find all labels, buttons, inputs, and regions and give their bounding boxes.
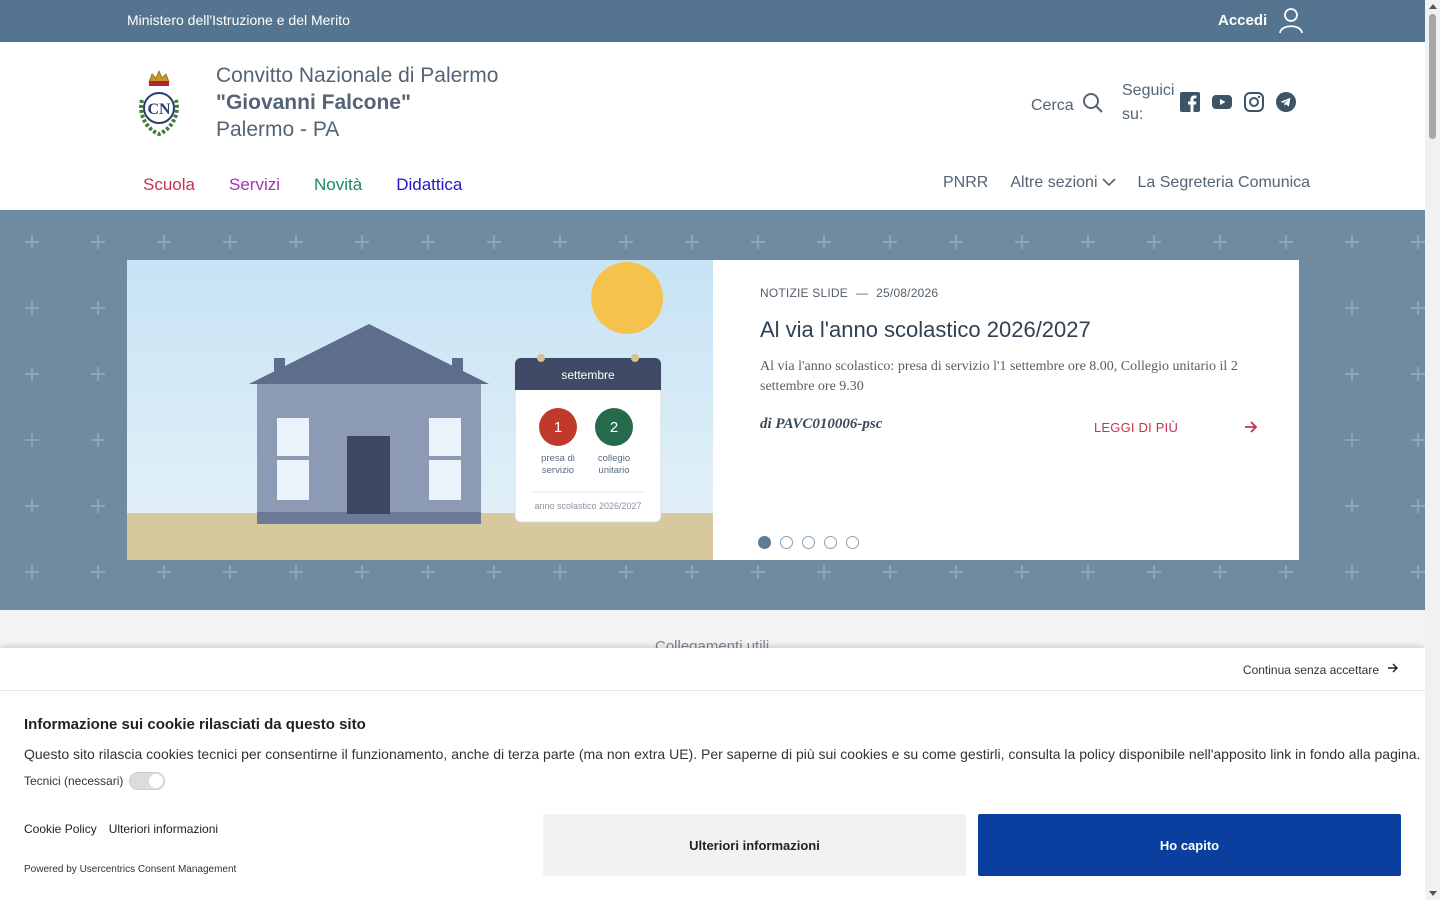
read-more-link[interactable]: LEGGI DI PIÙ <box>1094 420 1178 435</box>
secondary-navigation: PNRR Altre sezioni La Segreteria Comunic… <box>943 174 1310 192</box>
technical-cookies-label: Tecnici (necessari) <box>24 774 124 788</box>
calendar-footer: anno scolastico 2026/2027 <box>534 501 642 511</box>
powered-by-text: Powered by Usercentrics Consent Manageme… <box>24 864 237 875</box>
arrow-right-icon <box>1387 662 1399 677</box>
slide-category[interactable]: NOTIZIE SLIDE <box>760 286 848 300</box>
brand-line-3: Palermo - PA <box>216 118 340 141</box>
altre-sezioni-label: Altre sezioni <box>1010 174 1098 191</box>
cookie-links: Cookie Policy Ulteriori informazioni <box>24 822 218 836</box>
scroll-down-arrow[interactable] <box>1429 891 1437 896</box>
technical-cookies-toggle <box>129 772 166 790</box>
main-navigation: Scuola Servizi Novità Didattica <box>143 175 462 195</box>
site-brand[interactable]: Convitto Nazionale di Palermo "Giovanni … <box>216 62 498 143</box>
arrow-right-icon[interactable] <box>1243 419 1259 440</box>
telegram-icon[interactable] <box>1276 92 1296 112</box>
cookie-banner-top: Continua senza accettare <box>0 648 1425 691</box>
more-info-button[interactable]: Ulteriori informazioni <box>543 814 966 876</box>
nav-novita[interactable]: Novità <box>314 175 362 195</box>
social-links <box>1180 92 1296 112</box>
top-bar: Ministero dell'Istruzione e del Merito A… <box>0 0 1425 42</box>
nav-altre-sezioni[interactable]: Altre sezioni <box>1010 174 1116 192</box>
cookie-policy-link[interactable]: Cookie Policy <box>24 822 97 836</box>
cookie-banner: Continua senza accettare Informazione su… <box>0 648 1425 900</box>
hero-carousel: settembre 1 2 presa di servizio collegio… <box>0 210 1425 610</box>
calendar-day-1-label: presa di servizio <box>541 453 575 476</box>
cookie-title: Informazione sui cookie rilasciati da qu… <box>24 716 366 733</box>
continue-label: Continua senza accettare <box>1242 662 1379 677</box>
slide-text: Al via l'anno scolastico: presa di servi… <box>760 359 1238 394</box>
slide-date: 25/08/2026 <box>876 286 939 300</box>
slide-author: di PAVC010006-psc <box>760 416 883 432</box>
more-info-link[interactable]: Ulteriori informazioni <box>109 822 218 836</box>
slide-meta: NOTIZIE SLIDE —25/08/2026 <box>760 286 939 300</box>
brand-line-2: "Giovanni Falcone" <box>216 91 411 114</box>
carousel-dot[interactable] <box>824 536 837 549</box>
cookie-text: Questo sito rilascia cookies tecnici per… <box>24 746 1421 762</box>
scrollbar-thumb[interactable] <box>1429 14 1436 139</box>
nav-servizi[interactable]: Servizi <box>229 175 280 195</box>
accept-button[interactable]: Ho capito <box>978 814 1401 876</box>
scroll-up-arrow[interactable] <box>1429 4 1437 9</box>
user-icon <box>1277 6 1305 34</box>
login-button[interactable]: Accedi <box>1218 6 1305 34</box>
slide-card: settembre 1 2 presa di servizio collegio… <box>127 260 1299 560</box>
cookie-category-row: Tecnici (necessari) <box>24 772 166 790</box>
youtube-icon[interactable] <box>1212 92 1232 112</box>
carousel-dot[interactable] <box>780 536 793 549</box>
nav-scuola[interactable]: Scuola <box>143 175 195 195</box>
slide-content: NOTIZIE SLIDE —25/08/2026 Al via l'anno s… <box>713 260 1299 560</box>
facebook-icon[interactable] <box>1180 92 1200 112</box>
carousel-dot[interactable] <box>758 536 771 549</box>
search-icon <box>1082 92 1104 119</box>
nav-didattica[interactable]: Didattica <box>396 175 462 195</box>
nav-segreteria[interactable]: La Segreteria Comunica <box>1138 174 1311 192</box>
carousel-dot[interactable] <box>802 536 815 549</box>
follow-us-label: Seguici su: <box>1122 82 1175 123</box>
brand-line-1: Convitto Nazionale di Palermo <box>216 64 499 87</box>
login-label: Accedi <box>1218 11 1268 29</box>
calendar-day-1: 1 <box>553 419 563 436</box>
chevron-down-icon <box>1101 174 1116 192</box>
site-header: CN Convitto Nazionale di Palermo "Giovan… <box>0 42 1425 210</box>
svg-text:CN: CN <box>147 101 171 118</box>
search-button[interactable]: Cerca <box>1031 92 1104 119</box>
calendar-month: settembre <box>561 368 615 382</box>
carousel-pagination <box>758 536 859 549</box>
slide-title[interactable]: Al via l'anno scolastico 2026/2027 <box>760 317 1259 343</box>
ministry-link[interactable]: Ministero dell'Istruzione e del Merito <box>127 12 350 28</box>
school-logo[interactable]: CN <box>134 66 184 138</box>
page-scrollbar[interactable] <box>1425 0 1440 900</box>
continue-without-accepting-link[interactable]: Continua senza accettare <box>1243 662 1399 677</box>
instagram-icon[interactable] <box>1244 92 1264 112</box>
search-label: Cerca <box>1031 96 1074 114</box>
slide-image[interactable]: settembre 1 2 presa di servizio collegio… <box>127 260 713 560</box>
carousel-dot[interactable] <box>846 536 859 549</box>
calendar-day-2: 2 <box>609 419 619 436</box>
calendar-day-2-label: collegio unitario <box>597 453 631 476</box>
nav-pnrr[interactable]: PNRR <box>943 174 988 192</box>
